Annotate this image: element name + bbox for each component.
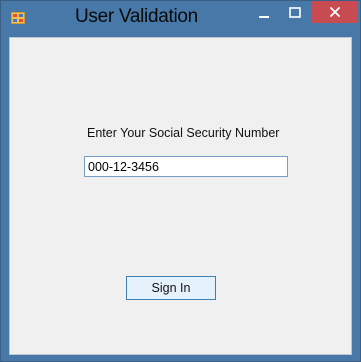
ssn-prompt-label: Enter Your Social Security Number (87, 126, 280, 140)
close-button[interactable] (312, 1, 358, 23)
application-window: User Validation Enter Your Social Securi… (0, 0, 361, 362)
title-bar[interactable]: User Validation (1, 1, 360, 35)
form-body: Enter Your Social Security Number Sign I… (9, 37, 352, 355)
window-title: User Validation (75, 6, 198, 27)
ssn-input[interactable] (84, 156, 288, 177)
maximize-icon (289, 7, 301, 18)
app-icon (10, 11, 26, 25)
maximize-button[interactable] (281, 1, 309, 25)
minimize-button[interactable] (249, 1, 279, 25)
minimize-icon (259, 16, 269, 18)
close-icon (330, 7, 340, 17)
sign-in-button[interactable]: Sign In (126, 276, 216, 300)
